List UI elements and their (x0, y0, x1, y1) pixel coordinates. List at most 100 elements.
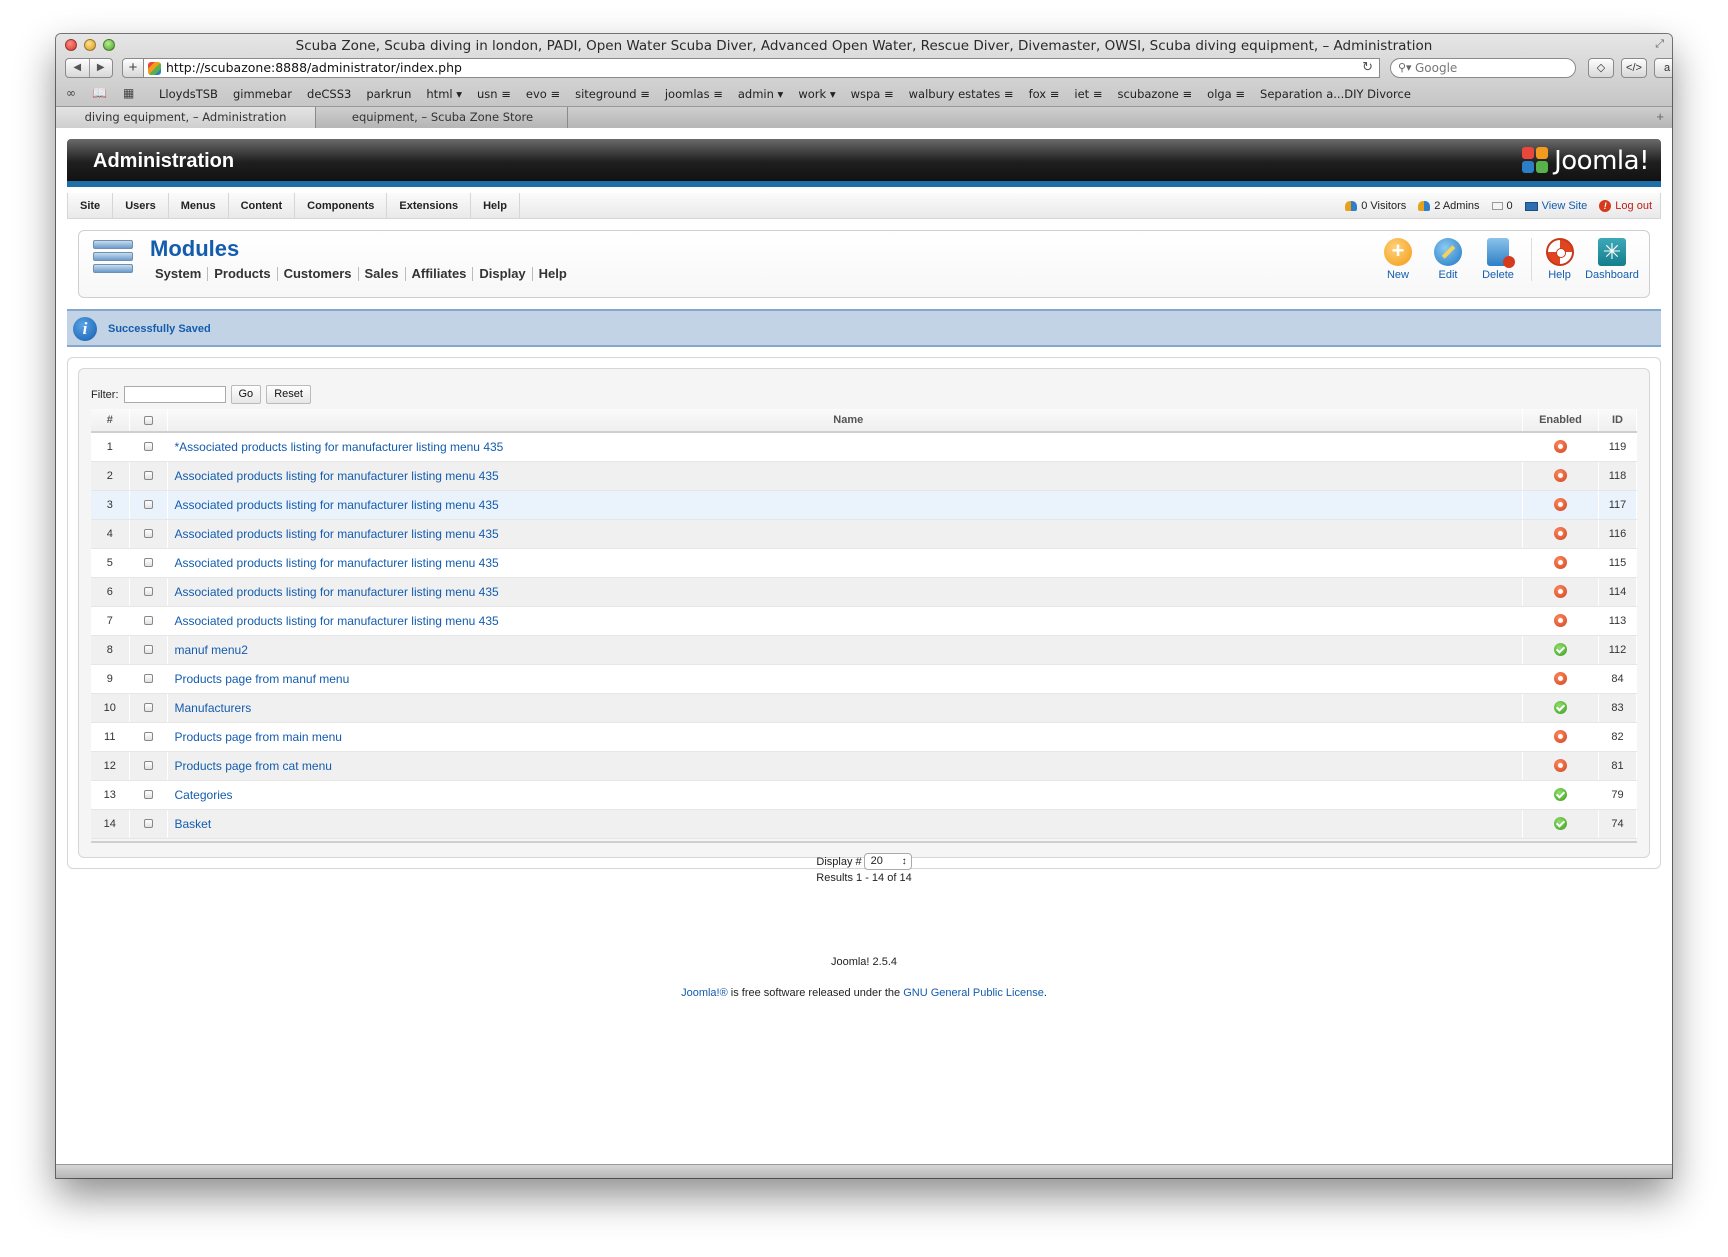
bookmark-item[interactable]: fox ≡ (1029, 87, 1060, 101)
disabled-icon[interactable] (1554, 672, 1567, 685)
menu-content[interactable]: Content (229, 193, 296, 219)
module-name-link[interactable]: *Associated products listing for manufac… (175, 440, 504, 454)
logout-link[interactable]: ! Log out (1599, 193, 1652, 219)
search-field[interactable]: ⚲▾ Google (1390, 58, 1576, 78)
tab-store[interactable]: equipment, – Scuba Zone Store (318, 107, 568, 128)
row-checkbox[interactable] (143, 819, 153, 829)
dashboard-button[interactable]: ✳ Dashboard (1581, 238, 1643, 281)
submenu-system[interactable]: System (155, 267, 209, 281)
filter-input[interactable] (123, 386, 226, 403)
row-checkbox[interactable] (143, 703, 153, 713)
menu-menus[interactable]: Menus (169, 193, 229, 219)
row-checkbox[interactable] (143, 645, 153, 655)
joomla-link[interactable]: Joomla!® (681, 987, 728, 999)
bookmark-item[interactable]: gimmebar (233, 87, 292, 101)
bookmark-item[interactable]: evo ≡ (526, 87, 560, 101)
submenu-display[interactable]: Display (473, 267, 533, 281)
submenu-affiliates[interactable]: Affiliates (406, 267, 474, 281)
row-checkbox[interactable] (143, 674, 153, 684)
bookmark-item[interactable]: Separation a...DIY Divorce (1260, 87, 1411, 101)
bookmark-item[interactable]: walbury estates ≡ (909, 87, 1014, 101)
fullscreen-icon[interactable]: ⤢ (1655, 38, 1664, 51)
submenu-customers[interactable]: Customers (278, 267, 359, 281)
top-sites-grid-icon[interactable]: ▦ (123, 86, 134, 100)
messages-status[interactable]: 0 (1491, 193, 1513, 219)
bookmark-item[interactable]: wspa ≡ (851, 87, 894, 101)
menu-extensions[interactable]: Extensions (387, 193, 472, 219)
module-name-link[interactable]: Products page from cat menu (175, 759, 332, 773)
code-icon[interactable]: </> (1621, 58, 1647, 78)
module-name-link[interactable]: manuf menu2 (175, 643, 248, 657)
submenu-help[interactable]: Help (533, 267, 573, 281)
module-name-link[interactable]: Products page from main menu (175, 730, 342, 744)
bookmark-item[interactable]: deCSS3 (307, 87, 351, 101)
module-name-link[interactable]: Associated products listing for manufact… (175, 469, 499, 483)
menu-site[interactable]: Site (68, 193, 114, 219)
module-name-link[interactable]: Associated products listing for manufact… (175, 527, 499, 541)
row-checkbox[interactable] (143, 442, 153, 452)
row-checkbox[interactable] (143, 500, 153, 510)
disabled-icon[interactable] (1554, 759, 1567, 772)
disabled-icon[interactable] (1554, 585, 1567, 598)
row-checkbox[interactable] (143, 529, 153, 539)
forward-button[interactable]: ▶ (88, 59, 113, 77)
bookmark-item[interactable]: scubazone ≡ (1117, 87, 1192, 101)
gpl-link[interactable]: GNU General Public License (903, 987, 1044, 999)
reload-icon[interactable]: ↻ (1362, 59, 1373, 77)
display-limit-select[interactable]: 20 (863, 853, 912, 870)
module-name-link[interactable]: Products page from manuf menu (175, 672, 350, 686)
disabled-icon[interactable] (1554, 556, 1567, 569)
enabled-check-icon[interactable] (1554, 643, 1567, 656)
help-button[interactable]: Help (1531, 238, 1581, 281)
col-id[interactable]: ID (1598, 409, 1637, 433)
bookmark-item[interactable]: parkrun (366, 87, 411, 101)
bookmark-item[interactable]: work ▾ (798, 87, 835, 101)
row-checkbox[interactable] (143, 790, 153, 800)
bookmark-diamond-icon[interactable]: ◇ (1588, 58, 1614, 78)
submenu-sales[interactable]: Sales (359, 267, 406, 281)
new-button[interactable]: + New (1373, 238, 1423, 281)
module-name-link[interactable]: Associated products listing for manufact… (175, 498, 499, 512)
module-name-link[interactable]: Associated products listing for manufact… (175, 585, 499, 599)
bookmark-item[interactable]: LloydsTSB (159, 87, 218, 101)
module-name-link[interactable]: Categories (175, 788, 233, 802)
enabled-check-icon[interactable] (1554, 701, 1567, 714)
row-checkbox[interactable] (143, 587, 153, 597)
row-checkbox[interactable] (143, 761, 153, 771)
module-name-link[interactable]: Manufacturers (175, 701, 252, 715)
disabled-icon[interactable] (1554, 498, 1567, 511)
disabled-icon[interactable] (1554, 469, 1567, 482)
bookmark-item[interactable]: admin ▾ (738, 87, 783, 101)
back-button[interactable]: ◀ (66, 59, 89, 77)
bookmark-item[interactable]: usn ≡ (477, 87, 511, 101)
book-icon[interactable]: 📖 (92, 86, 107, 100)
add-bookmark-button[interactable]: + (122, 58, 144, 78)
bookmark-item[interactable]: siteground ≡ (575, 87, 650, 101)
bookmark-item[interactable]: joomlas ≡ (665, 87, 723, 101)
url-bar[interactable]: http://scubazone:8888/administrator/inde… (144, 58, 1380, 78)
row-checkbox[interactable] (143, 616, 153, 626)
new-tab-icon[interactable]: + (1656, 109, 1664, 124)
delete-button[interactable]: Delete (1473, 238, 1523, 281)
module-name-link[interactable]: Associated products listing for manufact… (175, 614, 499, 628)
menu-help[interactable]: Help (471, 193, 520, 219)
disabled-icon[interactable] (1554, 614, 1567, 627)
enabled-check-icon[interactable] (1554, 788, 1567, 801)
amazon-icon[interactable]: a (1654, 58, 1672, 78)
go-button[interactable]: Go (230, 385, 262, 404)
module-name-link[interactable]: Basket (175, 817, 212, 831)
reset-button[interactable]: Reset (266, 385, 311, 404)
select-all-checkbox[interactable] (143, 415, 153, 425)
bookmark-item[interactable]: iet ≡ (1074, 87, 1102, 101)
col-enabled[interactable]: Enabled (1522, 409, 1599, 433)
module-name-link[interactable]: Associated products listing for manufact… (175, 556, 499, 570)
col-name[interactable]: Name (167, 409, 1523, 433)
row-checkbox[interactable] (143, 471, 153, 481)
row-checkbox[interactable] (143, 558, 153, 568)
row-checkbox[interactable] (143, 732, 153, 742)
bookmark-item[interactable]: olga ≡ (1207, 87, 1245, 101)
reading-glasses-icon[interactable]: ∞ (66, 86, 76, 100)
menu-users[interactable]: Users (113, 193, 169, 219)
disabled-icon[interactable] (1554, 440, 1567, 454)
tab-administration[interactable]: diving equipment, – Administration (56, 107, 316, 128)
